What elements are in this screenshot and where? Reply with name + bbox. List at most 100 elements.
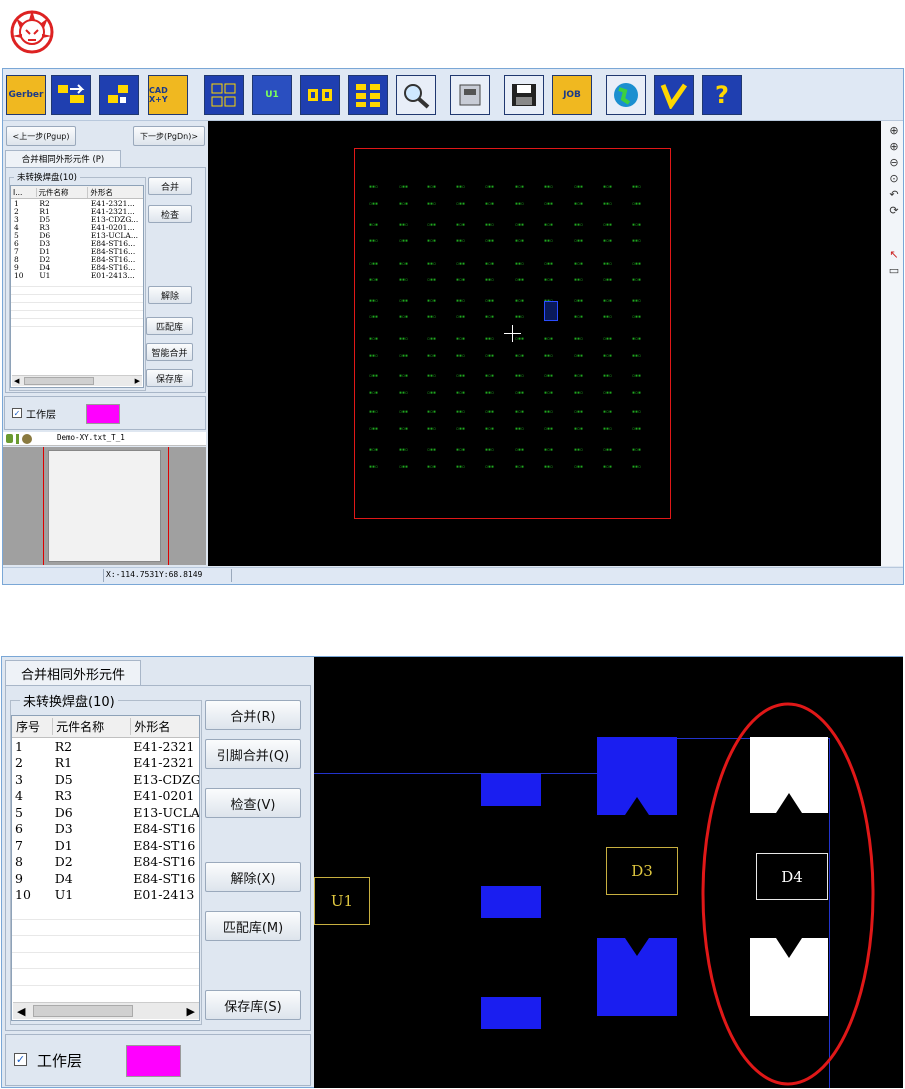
pad-cell: ▪▫▪ [456, 447, 466, 453]
gerber-button[interactable]: Gerber [6, 75, 46, 115]
job-button[interactable]: JOB [552, 75, 592, 115]
match-lib-button[interactable]: 匹配库 [146, 317, 193, 335]
layer-visible-icon[interactable] [6, 434, 13, 443]
zoom-index-cell: 3 [15, 771, 23, 787]
crosshair-v [512, 325, 513, 342]
work-layer-checkbox[interactable]: ✓ [12, 408, 22, 418]
zoom-check-button[interactable]: 检查(V) [205, 788, 301, 818]
pad-cell: ▪▪▫ [456, 353, 466, 359]
zoom-in-icon[interactable]: ⊕ [887, 140, 901, 153]
scroll-right-arrow[interactable]: ▶ [135, 377, 140, 385]
selected-component[interactable] [544, 301, 558, 321]
zoom-pin-merge-button[interactable]: 引脚合并(Q) [205, 739, 301, 769]
col-header-shape[interactable]: 外形名 [88, 187, 143, 198]
zoom-refresh-icon[interactable]: ⟳ [887, 204, 901, 217]
pad-cell: ▪▫▪ [632, 336, 642, 342]
zoom-table-row[interactable]: 3 D5 E13-CDZG [12, 771, 199, 788]
zoom-col-header-shape[interactable]: 外形名 [131, 718, 199, 735]
pad-button[interactable] [300, 75, 340, 115]
zoom-work-layer-color[interactable] [126, 1045, 181, 1077]
pad-cell: ▪▫▪ [632, 222, 642, 228]
preview-board [48, 450, 161, 562]
merge-button[interactable]: 合并 [148, 177, 192, 195]
zoom-all-icon[interactable]: ⊕ [887, 124, 901, 137]
pad-cell: ▪▫▪ [427, 353, 437, 359]
scroll-thumb[interactable] [24, 377, 94, 385]
array-button[interactable] [348, 75, 388, 115]
zoom-horizontal-scrollbar[interactable]: ◀ ▶ [13, 1002, 199, 1019]
zoom-merge-button[interactable]: 合并(R) [205, 700, 301, 730]
layout-button[interactable] [204, 75, 244, 115]
zoom-table-row[interactable]: 1 R2 E41-2321 [12, 738, 199, 755]
pad-cell: ▫▪▪ [544, 373, 554, 379]
help-button[interactable]: ? [702, 75, 742, 115]
scroll-left-arrow[interactable]: ◀ [14, 377, 19, 385]
pad-cell: ▪▫▪ [603, 353, 613, 359]
zoom-window-icon[interactable]: ⊙ [887, 172, 901, 185]
pcb-canvas[interactable]: ▪▪▫ ▫▪▪ ▪▫▪ ▪▪▫ ▫▪▪ ▪▫▪ ▪▪▫ ▫▪▪ ▪▫▪ ▪▪▫ ▫▪▪ ▪▫▪ ▪▪▫ ▫… [208, 121, 881, 566]
zoom-index-cell: 2 [15, 755, 23, 771]
pad-list[interactable]: I... 元件名称 外形名 1 R2 E41-2321... 2 R1 E41-2321.… [10, 185, 144, 388]
zoom-table-row[interactable]: 6 D3 E84-ST16 [12, 821, 199, 838]
pad-cell: ▪▪▫ [544, 353, 554, 359]
zoom-tab-merge-same-shape[interactable]: 合并相同外形元件 [5, 660, 141, 686]
zoom-table-row[interactable]: 8 D2 E84-ST16 [12, 854, 199, 871]
zoom-out-icon[interactable]: ⊖ [887, 156, 901, 169]
select-tool-icon[interactable]: ↖ [887, 248, 901, 261]
pad-cell: ▪▪▫ [399, 336, 409, 342]
pad-cell: ▪▫▪ [632, 277, 642, 283]
zoom-scroll-thumb[interactable] [33, 1005, 133, 1017]
zoom-table-row[interactable]: 9 D4 E84-ST16 [12, 870, 199, 887]
release-button[interactable]: 解除 [148, 286, 192, 304]
zoom-col-header-name[interactable]: 元件名称 [53, 718, 132, 735]
u1-chip-button[interactable]: U1 [252, 75, 292, 115]
zoom-pad-list[interactable]: 序号 元件名称 外形名 1 R2 E41-2321 2 R1 E41-2321 3 D5 E13… [11, 715, 200, 1021]
work-layer-color[interactable] [86, 404, 120, 424]
horizontal-scrollbar[interactable]: ◀ ▶ [12, 375, 142, 386]
pad-cell: ▪▫▪ [515, 298, 525, 304]
page-icon[interactable]: ▭ [887, 264, 901, 277]
component-button[interactable] [99, 75, 139, 115]
zoom-table-row[interactable]: 7 D1 E84-ST16 [12, 837, 199, 854]
globe-button[interactable] [606, 75, 646, 115]
zoom-previous-icon[interactable]: ↶ [887, 188, 901, 201]
zoom-work-layer-checkbox[interactable]: ✓ [14, 1053, 27, 1066]
col-header-name[interactable]: 元件名称 [37, 186, 89, 198]
col-header-index[interactable]: I... [11, 187, 37, 197]
zoom-pcb-canvas[interactable]: D3 D4 U1 [314, 657, 903, 1088]
save-lib-button[interactable]: 保存库 [146, 369, 193, 387]
zoom-save-lib-button[interactable]: 保存库(S) [205, 990, 301, 1020]
zoom-name-cell: D3 [54, 821, 73, 837]
spi-button[interactable] [654, 75, 694, 115]
tab-merge-same-shape[interactable]: 合并相同外形元件 (P) [5, 150, 121, 167]
pad-cell: ▪▪▫ [427, 373, 437, 379]
cad-xy-button[interactable]: CAD X+Y [148, 75, 188, 115]
zoom-match-lib-button[interactable]: 匹配库(M) [205, 911, 301, 941]
check-button[interactable]: 检查 [148, 205, 192, 223]
pad-cell: ▪▪▫ [369, 298, 379, 304]
zoom-table-row[interactable]: 10 U1 E01-2413 [12, 887, 199, 904]
zoom-table-row[interactable]: 2 R1 E41-2321 [12, 755, 199, 772]
zoom-scroll-right-arrow[interactable]: ▶ [187, 1005, 195, 1018]
pad-cell: ▪▪▫ [544, 184, 554, 190]
pad-cell: ▪▫▪ [544, 336, 554, 342]
zoom-table-row[interactable]: 4 R3 E41-0201 [12, 788, 199, 805]
zoom-scroll-left-arrow[interactable]: ◀ [17, 1005, 25, 1018]
pad-cell: ▫▪▪ [427, 222, 437, 228]
zoom-release-button[interactable]: 解除(X) [205, 862, 301, 892]
layer-row[interactable]: Demo-XY.txt_T_1 [3, 432, 206, 446]
next-step-button[interactable]: 下一步(PgDn)> [133, 126, 205, 146]
zoom-shape-cell: E84-ST16 [133, 821, 196, 837]
import-button[interactable] [51, 75, 91, 115]
prev-step-button[interactable]: <上一步(Pgup) [6, 126, 76, 146]
search-button[interactable] [396, 75, 436, 115]
smart-merge-button[interactable]: 智能合并 [146, 343, 193, 361]
pad-cell: ▪▪▫ [632, 238, 642, 244]
save-disk-button[interactable] [504, 75, 544, 115]
zoom-table-row[interactable]: 5 D6 E13-UCLA [12, 804, 199, 821]
pad-cell: ▪▫▪ [603, 238, 613, 244]
zoom-col-header-index[interactable]: 序号 [12, 718, 54, 735]
table-row[interactable]: 10 U1 E01-2413... [11, 271, 143, 280]
pad-cell: ▪▪▫ [515, 201, 525, 207]
machine-button[interactable] [450, 75, 490, 115]
